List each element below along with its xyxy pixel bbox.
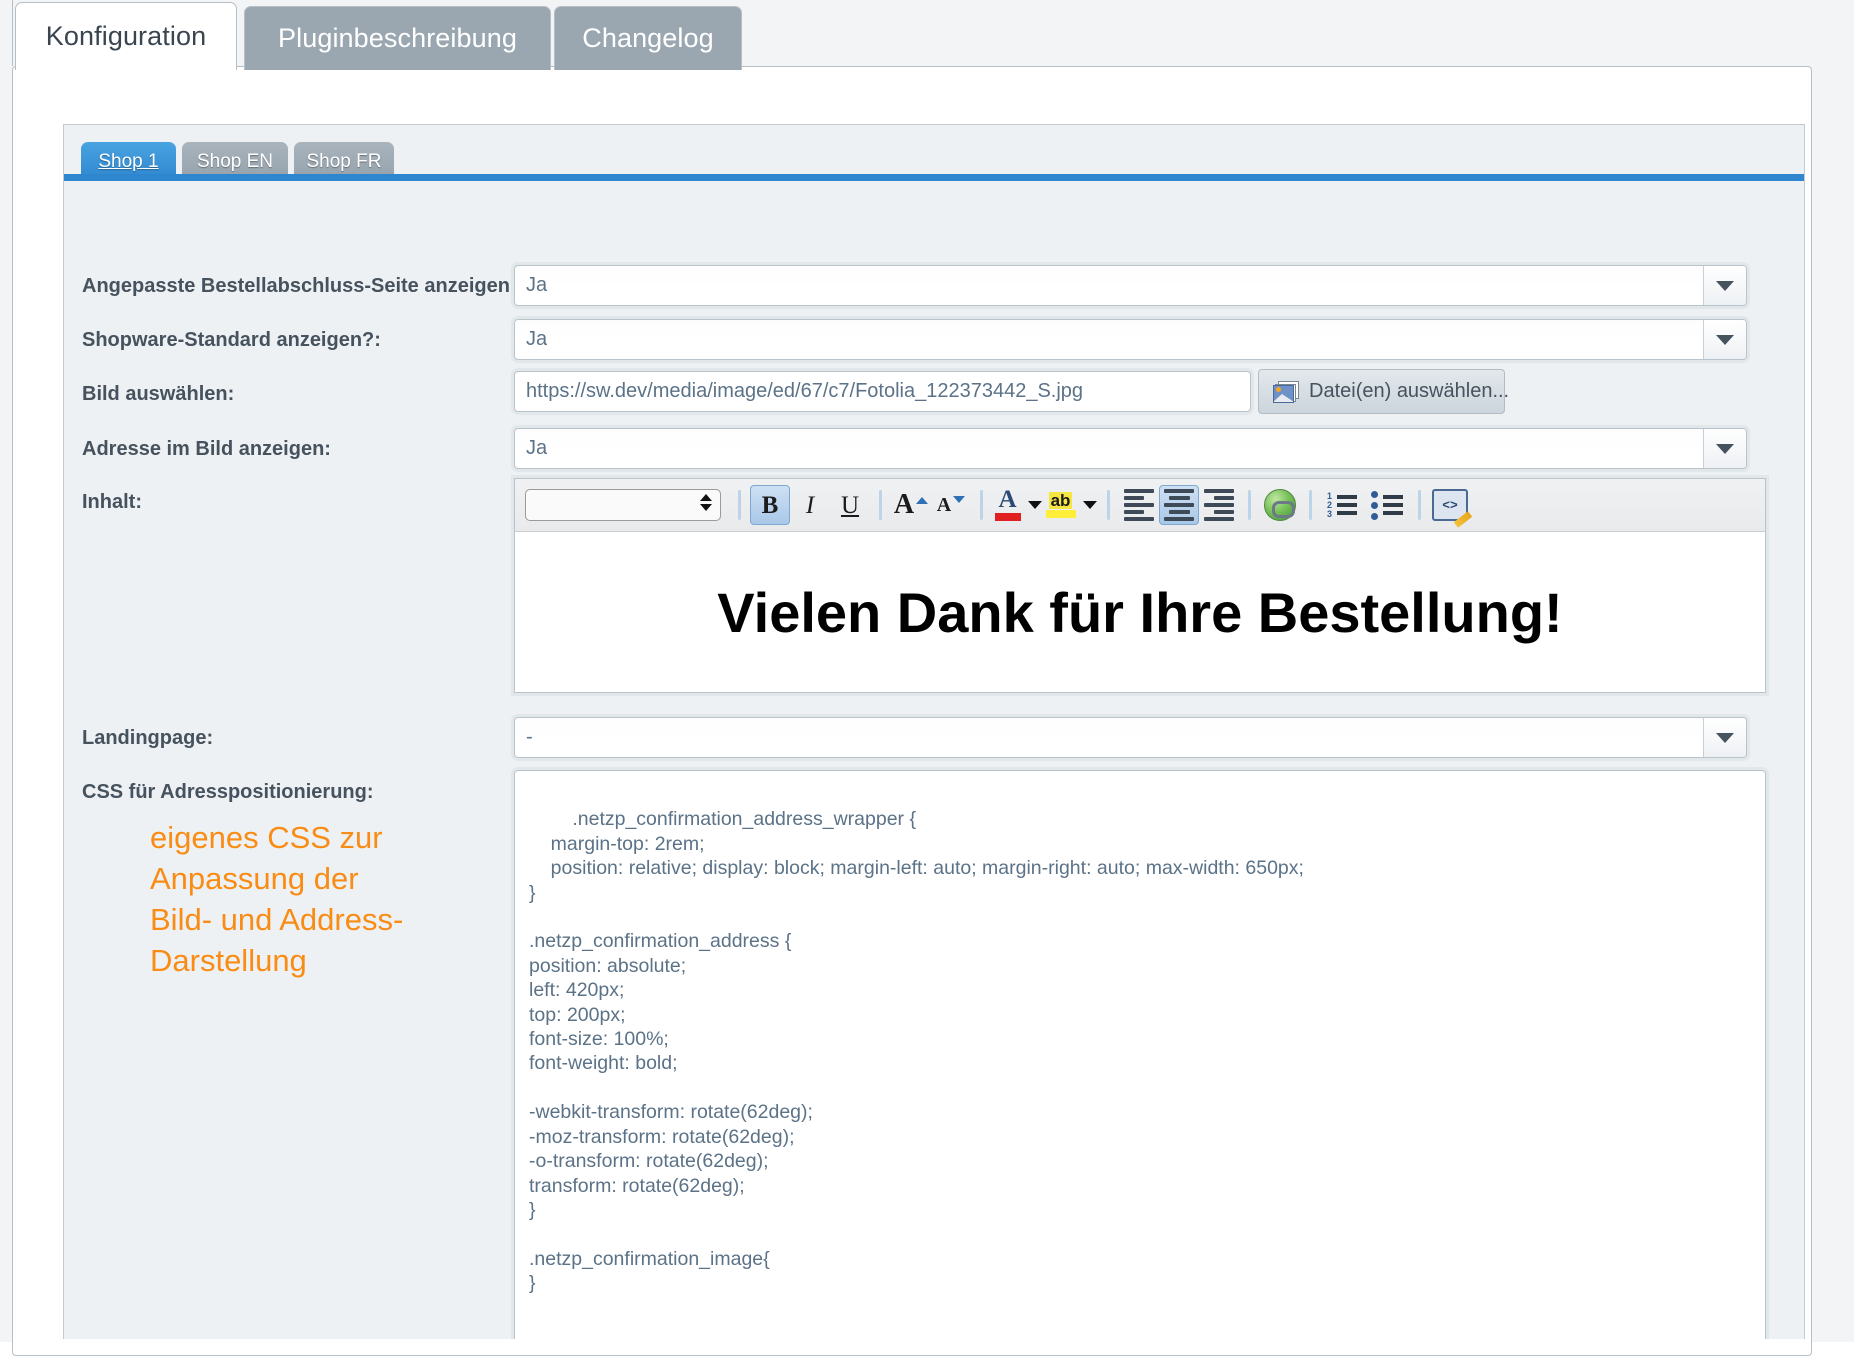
- shop-configuration-panel: Shop 1 Shop EN Shop FR Angepasste Bestel…: [63, 124, 1805, 1339]
- toolbar-separator: [1418, 490, 1421, 520]
- select-shopware-standard[interactable]: Ja: [514, 319, 1747, 360]
- tab-pluginbeschreibung[interactable]: Pluginbeschreibung: [244, 6, 551, 70]
- shop-tabstrip: Shop 1 Shop EN Shop FR: [64, 125, 1804, 181]
- tab-changelog[interactable]: Changelog: [554, 6, 742, 70]
- toolbar-separator: [879, 490, 882, 520]
- chevron-down-icon: [1716, 334, 1734, 345]
- html-source-button[interactable]: <>: [1430, 485, 1470, 525]
- label-adresse-im-bild: Adresse im Bild anzeigen:: [82, 438, 331, 460]
- main-tabstrip: Konfiguration Pluginbeschreibung Changel…: [0, 0, 1854, 70]
- align-left-button[interactable]: [1119, 485, 1159, 525]
- css-textarea-content: .netzp_confirmation_address_wrapper { ma…: [529, 808, 1304, 1295]
- increase-font-size-button[interactable]: A: [891, 485, 931, 525]
- chevron-down-icon: [1716, 732, 1734, 743]
- ordered-list-button[interactable]: 123: [1321, 485, 1365, 525]
- toolbar-separator: [738, 490, 741, 520]
- font-color-button[interactable]: A: [992, 485, 1044, 525]
- unordered-list-button[interactable]: [1365, 485, 1409, 525]
- font-color-icon: A: [994, 487, 1021, 522]
- font-size-down-icon: A: [937, 495, 966, 515]
- image-url-input-value: https://sw.dev/media/image/ed/67/c7/Foto…: [526, 380, 1084, 402]
- select-landingpage[interactable]: -: [514, 717, 1747, 758]
- align-right-button[interactable]: [1199, 485, 1239, 525]
- select-shopware-standard-trigger[interactable]: [1703, 320, 1746, 359]
- toolbar-separator: [980, 490, 983, 520]
- align-right-icon: [1204, 489, 1234, 521]
- highlight-color-button[interactable]: ab: [1044, 485, 1098, 525]
- globe-link-icon: [1264, 489, 1296, 521]
- select-angepasste-bestellabschluss-seite-trigger[interactable]: [1703, 266, 1746, 305]
- select-adresse-im-bild[interactable]: Ja: [514, 428, 1747, 469]
- image-url-input[interactable]: https://sw.dev/media/image/ed/67/c7/Foto…: [514, 371, 1251, 412]
- editor-toolbar: B I U A A A ab 1 2 3 <>: [515, 479, 1765, 532]
- code-edit-icon: <>: [1432, 489, 1468, 521]
- select-adresse-im-bild-trigger[interactable]: [1703, 429, 1746, 468]
- bold-button[interactable]: B: [750, 485, 790, 525]
- media-picker-icon: [1273, 380, 1299, 403]
- format-select[interactable]: [525, 489, 721, 521]
- select-angepasste-bestellabschluss-seite-value: Ja: [526, 274, 548, 296]
- decrease-font-size-button[interactable]: A: [931, 485, 971, 525]
- select-landingpage-value: -: [526, 726, 533, 748]
- underline-icon: U: [840, 491, 860, 519]
- chevron-down-icon: [1716, 280, 1734, 291]
- ordered-list-icon: 123: [1327, 491, 1359, 518]
- italic-button[interactable]: I: [790, 485, 830, 525]
- select-landingpage-trigger[interactable]: [1703, 718, 1746, 757]
- editor-content-heading: Vielen Dank für Ihre Bestellung!: [717, 581, 1563, 644]
- tab-pluginbeschreibung-label: Pluginbeschreibung: [278, 23, 517, 53]
- toolbar-separator: [1309, 490, 1312, 520]
- tab-konfiguration-label: Konfiguration: [45, 21, 207, 51]
- select-files-button-label: Datei(en) auswählen...: [1309, 380, 1510, 402]
- tab-changelog-label: Changelog: [582, 23, 714, 53]
- format-select-spinner: [700, 494, 712, 511]
- shop-tab-shop-fr-label: Shop FR: [306, 150, 382, 172]
- label-landingpage: Landingpage:: [82, 727, 214, 749]
- select-adresse-im-bild-value: Ja: [526, 437, 548, 459]
- plugin-configuration-screen: Konfiguration Pluginbeschreibung Changel…: [0, 0, 1854, 1356]
- toolbar-separator: [1248, 490, 1251, 520]
- content-rich-text-editor: B I U A A A ab 1 2 3 <> Vielen Dank für …: [514, 478, 1766, 693]
- align-center-button[interactable]: [1159, 485, 1199, 525]
- underline-button[interactable]: U: [830, 485, 870, 525]
- align-center-icon: [1164, 489, 1194, 521]
- italic-icon: I: [805, 491, 815, 519]
- label-shopware-standard: Shopware-Standard anzeigen?:: [82, 329, 381, 351]
- chevron-down-icon: [1716, 443, 1734, 454]
- select-files-button[interactable]: Datei(en) auswählen...: [1258, 369, 1509, 414]
- label-angepasste-bestellabschluss-seite: Angepasste Bestellabschluss-Seite anzeig…: [82, 275, 529, 297]
- shop-tabstrip-underline: [64, 174, 1804, 181]
- css-textarea[interactable]: .netzp_confirmation_address_wrapper { ma…: [514, 770, 1766, 1339]
- label-bild-auswaehlen: Bild auswählen:: [82, 383, 235, 405]
- bold-icon: B: [761, 491, 779, 519]
- highlight-icon: ab: [1045, 491, 1076, 519]
- align-left-icon: [1124, 489, 1154, 521]
- editor-content-area[interactable]: Vielen Dank für Ihre Bestellung!: [515, 532, 1765, 692]
- label-css-adresspositionierung: CSS für Adresspositionierung:: [82, 781, 374, 803]
- select-shopware-standard-value: Ja: [526, 328, 548, 350]
- chevron-down-icon: [1027, 501, 1042, 509]
- select-angepasste-bestellabschluss-seite[interactable]: Ja: [514, 265, 1747, 306]
- font-size-up-icon: A: [894, 490, 929, 519]
- insert-link-button[interactable]: [1260, 485, 1300, 525]
- label-inhalt: Inhalt:: [82, 491, 142, 513]
- shop-tab-shop-en-label: Shop EN: [196, 150, 274, 172]
- tab-konfiguration[interactable]: Konfiguration: [15, 2, 237, 70]
- toolbar-separator: [1107, 490, 1110, 520]
- annotation-eigenes-css: eigenes CSS zur Anpassung der Bild- und …: [150, 820, 404, 978]
- shop-tab-shop-1-label: Shop 1: [98, 150, 159, 172]
- chevron-down-icon: [1082, 501, 1097, 509]
- unordered-list-icon: [1371, 490, 1403, 520]
